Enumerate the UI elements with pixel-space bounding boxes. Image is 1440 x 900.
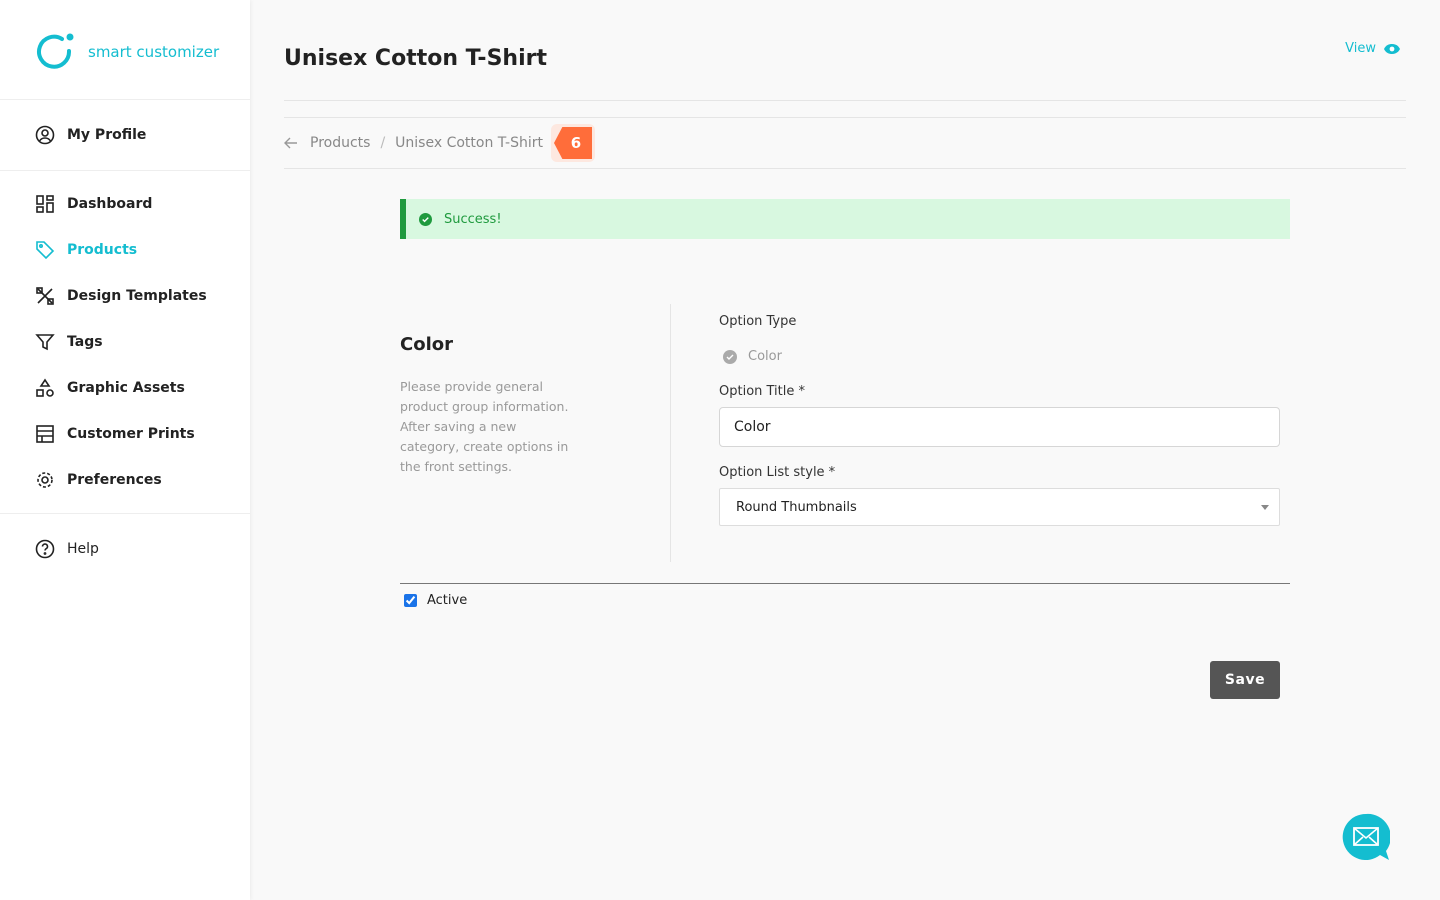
active-checkbox-row[interactable]: Active: [404, 593, 467, 608]
prints-icon: [36, 425, 54, 443]
column-divider: [670, 304, 671, 562]
option-form: Option Type Color Option Title * Color O…: [719, 314, 1280, 526]
list-style-value: Round Thumbnails: [736, 499, 857, 515]
sidebar-item-customer-prints[interactable]: Customer Prints: [0, 411, 250, 457]
active-label: Active: [427, 593, 468, 608]
page-title: Unisex Cotton T-Shirt: [284, 46, 547, 71]
section-description: Please provide general product group inf…: [400, 379, 569, 474]
breadcrumb: Products / Unisex Cotton T-Shirt 6: [284, 124, 595, 162]
arrow-left-icon[interactable]: [284, 137, 298, 149]
tag-icon: [36, 241, 55, 260]
sidebar-item-label: Dashboard: [67, 196, 153, 212]
breadcrumb-current: Unisex Cotton T-Shirt: [395, 135, 543, 151]
view-label: View: [1345, 41, 1376, 56]
brand-name: smart customizer: [88, 42, 220, 61]
divider: [284, 117, 1406, 118]
shapes-icon: [36, 378, 54, 397]
gear-icon: [37, 472, 53, 488]
save-button[interactable]: Save: [1210, 661, 1280, 699]
sidebar-item-preferences[interactable]: Preferences: [0, 457, 250, 503]
list-style-label: Option List style *: [719, 465, 836, 480]
sidebar-item-label: Customer Prints: [67, 426, 195, 442]
dashboard-icon: [36, 195, 54, 213]
alert-text: Success!: [444, 211, 502, 227]
sidebar-item-products[interactable]: Products: [0, 227, 250, 273]
sidebar-item-label: Help: [67, 541, 99, 557]
eye-icon: [1384, 43, 1400, 54]
step-badge-number: 6: [554, 127, 592, 159]
breadcrumb-separator: /: [380, 135, 386, 151]
sidebar-item-dashboard[interactable]: Dashboard: [0, 181, 250, 227]
divider: [400, 583, 1290, 584]
success-alert: Success!: [400, 199, 1290, 239]
option-type-label: Option Type: [719, 314, 797, 329]
step-badge: 6: [551, 124, 595, 162]
sidebar: smart customizer My Profile Dashboard Pr…: [0, 0, 250, 900]
logo[interactable]: smart customizer: [0, 0, 250, 100]
view-link[interactable]: View: [1345, 41, 1400, 56]
user-circle-icon: [35, 125, 55, 145]
sidebar-item-tags[interactable]: Tags: [0, 319, 250, 365]
sidebar-item-label: Design Templates: [67, 288, 207, 304]
sidebar-item-my-profile[interactable]: My Profile: [0, 112, 250, 158]
option-title-label: Option Title *: [719, 384, 806, 399]
sidebar-item-label: My Profile: [67, 127, 147, 143]
section-title: Color: [400, 334, 453, 355]
option-title-input[interactable]: Color: [719, 407, 1280, 447]
option-type-value: Color: [748, 349, 782, 364]
option-type-radio: Color: [723, 349, 1280, 364]
caret-down-icon: [1261, 504, 1269, 514]
list-style-select[interactable]: Round Thumbnails: [719, 488, 1280, 526]
check-circle-icon: [419, 212, 432, 226]
divider: [284, 168, 1406, 169]
breadcrumb-products[interactable]: Products: [310, 135, 370, 151]
sidebar-item-label: Preferences: [67, 472, 162, 488]
filter-icon: [35, 334, 55, 351]
mail-chat-icon: [1342, 813, 1391, 860]
sidebar-item-graphic-assets[interactable]: Graphic Assets: [0, 365, 250, 411]
sidebar-item-label: Graphic Assets: [67, 380, 185, 396]
divider: [284, 100, 1406, 101]
design-tools-icon: [36, 287, 54, 305]
sidebar-item-help[interactable]: Help: [0, 526, 250, 572]
option-title-value: Color: [734, 419, 771, 435]
check-circle-icon: [723, 349, 737, 364]
chat-button[interactable]: [1342, 813, 1391, 861]
sidebar-item-design-templates[interactable]: Design Templates: [0, 273, 250, 319]
help-icon: [35, 539, 55, 559]
sidebar-item-label: Products: [67, 242, 138, 258]
active-checkbox[interactable]: [404, 594, 417, 607]
sidebar-item-label: Tags: [67, 334, 103, 350]
logo-icon: [37, 33, 74, 69]
